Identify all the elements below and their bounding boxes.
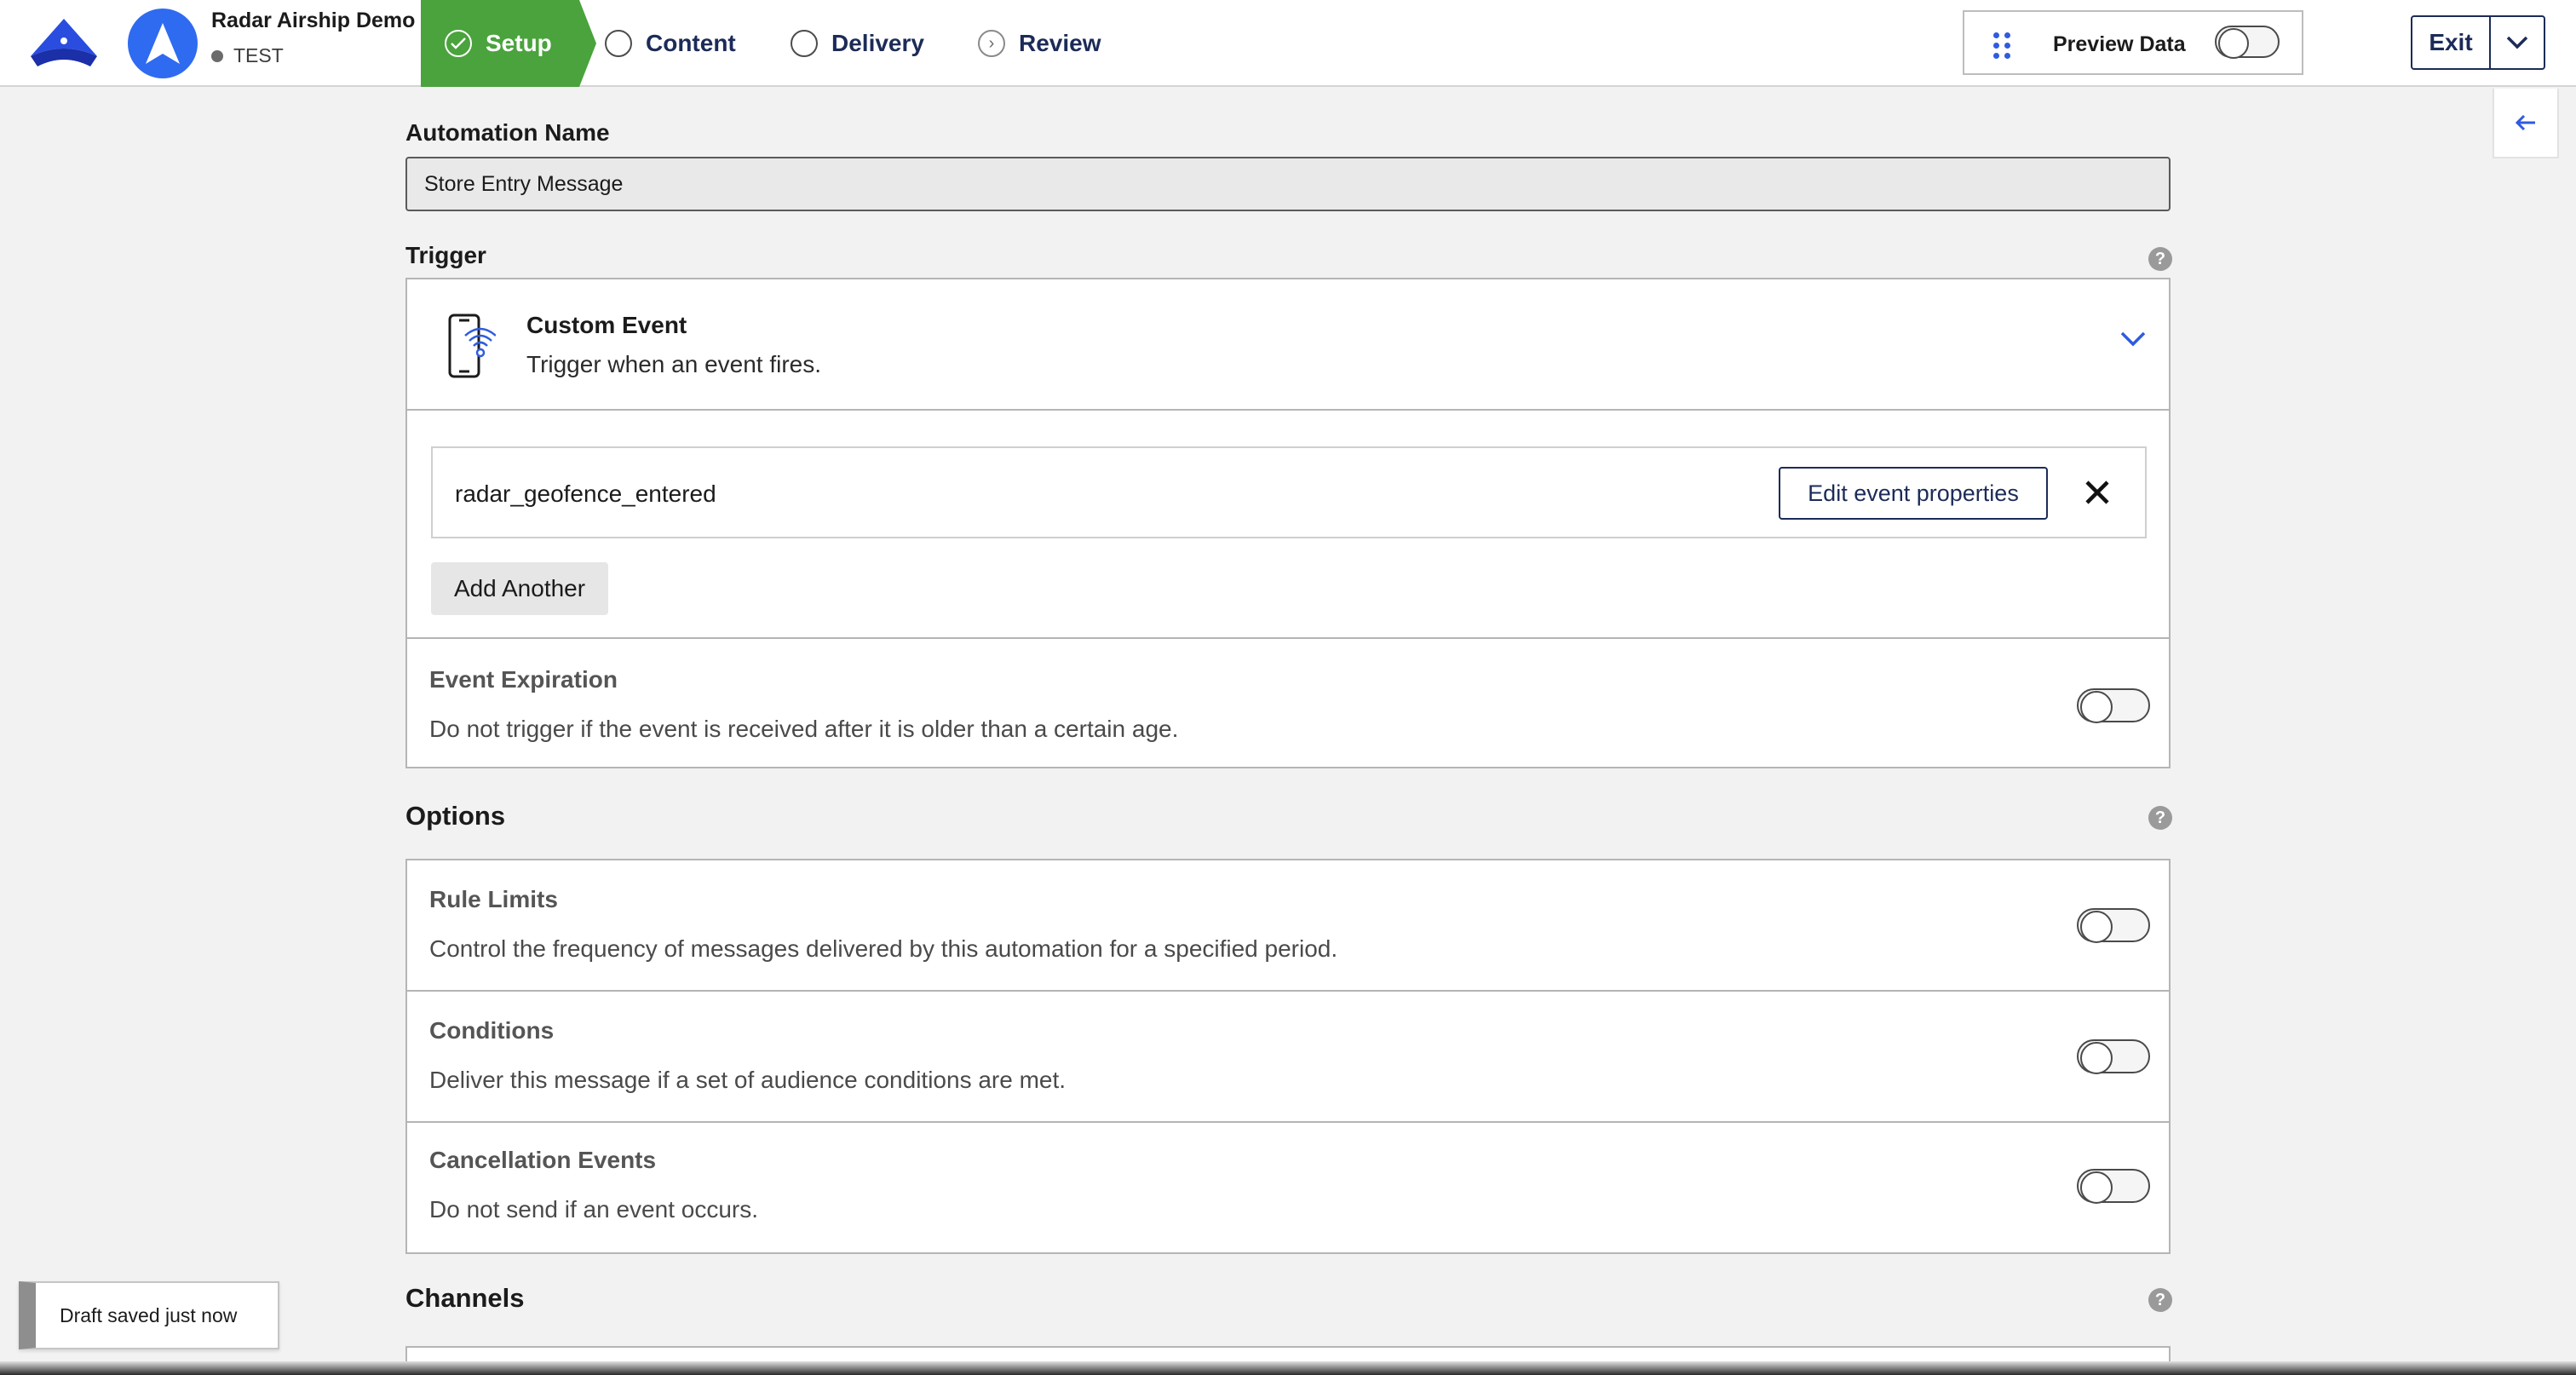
- step-setup-label: Setup: [486, 30, 552, 56]
- edit-event-properties-button[interactable]: Edit event properties: [1779, 467, 2048, 520]
- channels-heading: Channels: [405, 1283, 525, 1313]
- automation-name-label: Automation Name: [405, 119, 610, 146]
- navigation-arrow-icon: [146, 23, 180, 64]
- conditions-description: Deliver this message if a set of audienc…: [429, 1067, 1067, 1093]
- options-card: Rule Limits Control the frequency of mes…: [405, 859, 2171, 1254]
- event-name-value[interactable]: radar_geofence_entered: [455, 480, 716, 508]
- step-content[interactable]: Content: [605, 0, 736, 87]
- trigger-type-title: Custom Event: [526, 312, 687, 338]
- project-avatar[interactable]: [128, 9, 198, 78]
- conditions-title: Conditions: [429, 1017, 555, 1044]
- remove-event-button[interactable]: [2079, 474, 2116, 511]
- rule-limits-title: Rule Limits: [429, 886, 558, 912]
- cancellation-events-description: Do not send if an event occurs.: [429, 1196, 758, 1223]
- add-another-event-button[interactable]: Add Another: [431, 562, 608, 615]
- draft-status-toast: Draft saved just now: [19, 1281, 279, 1349]
- top-bar: Radar Airship Demo TEST Setup Content De…: [0, 0, 2576, 87]
- exit-button-group: Exit: [2411, 15, 2545, 70]
- chevron-right-circle-icon: ›: [978, 30, 1005, 57]
- divider: [407, 990, 2169, 992]
- airship-logo-icon[interactable]: [27, 15, 101, 70]
- step-content-label: Content: [646, 30, 736, 56]
- step-review[interactable]: › Review: [978, 0, 1101, 87]
- divider: [407, 637, 2169, 639]
- preview-data-label: Preview Data: [2053, 32, 2186, 56]
- automation-name-input[interactable]: Store Entry Message: [405, 157, 2171, 211]
- channels-help-icon[interactable]: ?: [2148, 1288, 2172, 1312]
- conditions-toggle[interactable]: [2077, 1039, 2150, 1074]
- options-help-icon[interactable]: ?: [2148, 806, 2172, 830]
- event-expiration-description: Do not trigger if the event is received …: [429, 716, 1179, 742]
- window-bottom-edge: [0, 1361, 2576, 1375]
- project-environment: TEST: [211, 44, 284, 67]
- preview-data-toggle[interactable]: [2215, 26, 2280, 59]
- event-expiration-toggle[interactable]: [2077, 688, 2150, 723]
- rule-limits-description: Control the frequency of messages delive…: [429, 935, 1338, 962]
- project-name[interactable]: Radar Airship Demo: [211, 9, 419, 33]
- empty-circle-icon: [605, 30, 632, 57]
- preview-data-control: Preview Data: [1963, 10, 2303, 75]
- step-review-label: Review: [1019, 30, 1101, 56]
- mobile-event-icon: [448, 314, 496, 378]
- chevron-down-icon[interactable]: [2119, 331, 2147, 348]
- exit-dropdown-button[interactable]: [2491, 17, 2544, 68]
- trigger-type-description: Trigger when an event fires.: [526, 351, 822, 377]
- trigger-card: Custom Event Trigger when an event fires…: [405, 278, 2171, 768]
- divider: [407, 1121, 2169, 1123]
- trigger-label: Trigger: [405, 242, 486, 268]
- arrow-left-icon: [2515, 114, 2535, 131]
- exit-button[interactable]: Exit: [2412, 17, 2491, 68]
- step-setup[interactable]: Setup: [421, 0, 596, 87]
- event-row: radar_geofence_entered Edit event proper…: [431, 446, 2147, 538]
- options-heading: Options: [405, 801, 506, 831]
- check-circle-icon: [445, 30, 472, 57]
- trigger-help-icon[interactable]: ?: [2148, 247, 2172, 271]
- step-delivery[interactable]: Delivery: [791, 0, 924, 87]
- side-panel-toggle[interactable]: [2493, 89, 2559, 158]
- step-delivery-label: Delivery: [831, 30, 924, 56]
- close-icon: [2085, 480, 2109, 504]
- cancellation-events-toggle[interactable]: [2077, 1169, 2150, 1204]
- trigger-type-header[interactable]: Custom Event Trigger when an event fires…: [407, 279, 2169, 411]
- event-expiration-title: Event Expiration: [429, 666, 618, 693]
- environment-label: TEST: [233, 44, 284, 66]
- chevron-down-icon: [2506, 36, 2528, 49]
- drag-grip-icon[interactable]: [1993, 32, 2010, 59]
- cancellation-events-title: Cancellation Events: [429, 1147, 657, 1173]
- environment-dot-icon: [211, 49, 223, 62]
- rule-limits-toggle[interactable]: [2077, 908, 2150, 943]
- empty-circle-icon: [791, 30, 818, 57]
